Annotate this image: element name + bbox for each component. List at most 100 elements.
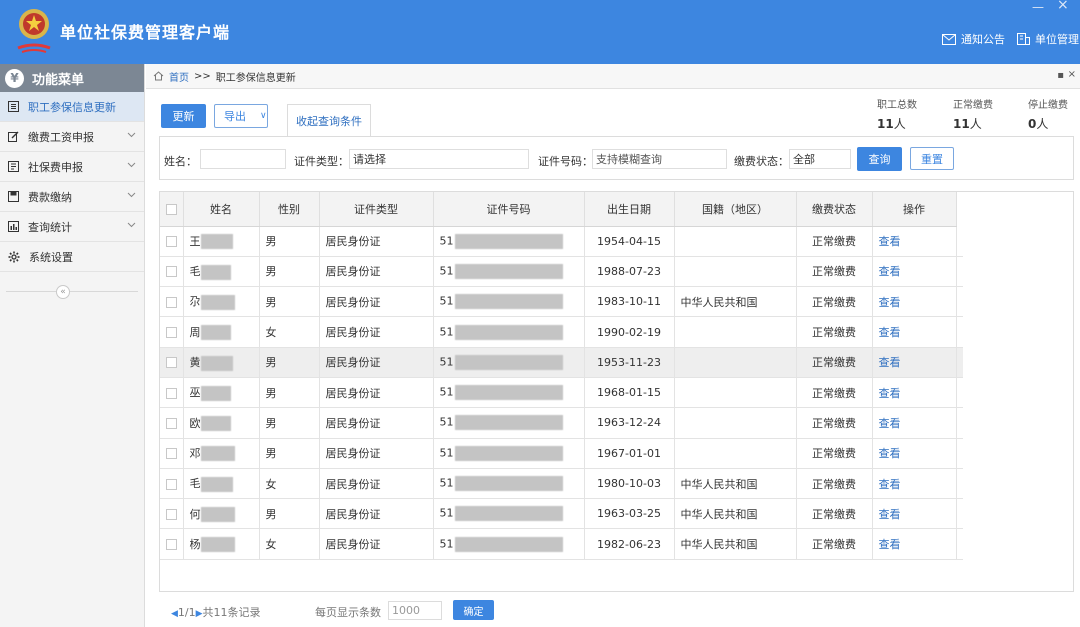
column-header-payment-status[interactable]: 缴费状态	[796, 192, 873, 227]
cell-gender: 男	[259, 498, 320, 530]
table-row[interactable]: 毛 女居民身份证 51 1980-10-03 中华人民共和国 正常缴费 查看	[160, 468, 963, 500]
cell-id-number: 51	[433, 407, 585, 439]
name-text: 毛	[189, 477, 201, 491]
name-text: 黄	[189, 356, 201, 370]
cell-name: 毛	[183, 468, 260, 500]
cell-name: 王	[183, 226, 260, 257]
table-row[interactable]: 周 女居民身份证 51 1990-02-19 正常缴费 查看	[160, 316, 963, 348]
chevron-down-icon	[127, 192, 136, 198]
column-header-id-number[interactable]: 证件号码	[433, 192, 585, 227]
view-link[interactable]: 查看	[879, 417, 901, 430]
update-button[interactable]: 更新	[161, 104, 206, 128]
row-checkbox[interactable]	[165, 357, 177, 369]
table-row[interactable]: 黄 男居民身份证 51 1953-11-23 正常缴费 查看	[160, 347, 963, 378]
id-number-input[interactable]: 支持模糊查询	[592, 149, 727, 169]
id-number-text: 51	[439, 325, 454, 339]
sidebar-collapse-button[interactable]: «	[56, 285, 70, 299]
title-bar: 单位社保费管理客户端 — × 通知公告 单位管理	[0, 0, 1080, 64]
cell-id-number: 51	[433, 286, 585, 318]
id-type-select[interactable]: 请选择	[349, 149, 529, 169]
table-row[interactable]: 欧 男居民身份证 51 1963-12-24 正常缴费 查看	[160, 407, 963, 439]
row-checkbox[interactable]	[165, 539, 177, 551]
view-link[interactable]: 查看	[879, 447, 901, 460]
row-checkbox[interactable]	[165, 508, 177, 520]
cell-birth-date: 1968-01-15	[584, 377, 675, 409]
cell-name: 邓	[183, 438, 260, 469]
cell-payment-status: 正常缴费	[796, 286, 873, 318]
table-row[interactable]: 杨 女居民身份证 51 1982-06-23 中华人民共和国 正常缴费 查看	[160, 528, 963, 560]
payment-status-select[interactable]: 全部	[789, 149, 851, 169]
row-select-cell	[160, 528, 184, 560]
prev-page-icon[interactable]: ◀	[171, 609, 178, 619]
row-checkbox[interactable]	[165, 236, 177, 248]
per-page-input[interactable]: 1000	[388, 601, 442, 620]
table-row[interactable]: 毛 男居民身份证 51 1988-07-23 正常缴费 查看	[160, 256, 963, 288]
view-link[interactable]: 查看	[879, 296, 901, 309]
row-select-cell	[160, 407, 184, 439]
query-button[interactable]: 查询	[857, 147, 902, 171]
row-checkbox[interactable]	[165, 296, 177, 308]
row-checkbox[interactable]	[165, 417, 177, 429]
name-input[interactable]	[200, 149, 286, 169]
cell-nationality	[674, 226, 797, 257]
cell-nationality	[674, 316, 797, 348]
name-text: 巫	[189, 386, 201, 400]
view-link[interactable]: 查看	[879, 508, 901, 521]
table-row[interactable]: 巫 男居民身份证 51 1968-01-15 正常缴费 查看	[160, 377, 963, 409]
breadcrumb-home-link[interactable]: 首页	[169, 69, 189, 84]
cell-name: 尕	[183, 286, 260, 318]
cell-payment-status: 正常缴费	[796, 407, 873, 439]
view-link[interactable]: 查看	[879, 326, 901, 339]
column-header-birth-date[interactable]: 出生日期	[584, 192, 675, 227]
close-window-button[interactable]: ×	[1057, 0, 1069, 13]
tab-menu-icon[interactable]: ▪	[1057, 70, 1064, 81]
stat-unit: 人	[969, 117, 982, 131]
view-link[interactable]: 查看	[879, 387, 901, 400]
column-header-id-type[interactable]: 证件类型	[319, 192, 434, 227]
sidebar-item-fee-payment[interactable]: 费款缴纳	[0, 182, 144, 212]
minimize-button[interactable]: —	[1032, 0, 1044, 14]
collapse-query-toggle[interactable]: 收起查询条件	[287, 104, 371, 137]
column-header-name[interactable]: 姓名	[183, 192, 260, 227]
table-row[interactable]: 何 男居民身份证 51 1963-03-25 中华人民共和国 正常缴费 查看	[160, 498, 963, 530]
sidebar-item-social-insurance-declaration[interactable]: 社保费申报	[0, 152, 144, 182]
row-select-cell	[160, 498, 184, 530]
cell-id-number: 51	[433, 347, 585, 378]
cell-action: 查看	[872, 286, 957, 318]
row-checkbox[interactable]	[165, 266, 177, 278]
confirm-button[interactable]: 确定	[453, 600, 494, 620]
table-row[interactable]: 邓 男居民身份证 51 1967-01-01 正常缴费 查看	[160, 438, 963, 469]
unit-management-link[interactable]: 单位管理	[1017, 31, 1079, 47]
column-header-nationality[interactable]: 国籍（地区）	[674, 192, 797, 227]
row-checkbox[interactable]	[165, 387, 177, 399]
notice-link[interactable]: 通知公告	[942, 31, 1005, 47]
export-button[interactable]: 导出 ∨	[214, 104, 268, 128]
cell-id-number: 51	[433, 498, 585, 530]
cell-action: 查看	[872, 316, 957, 348]
sidebar-item-wage-declaration[interactable]: 缴费工资申报	[0, 122, 144, 152]
select-all-checkbox[interactable]	[165, 203, 177, 215]
row-checkbox[interactable]	[165, 478, 177, 490]
table-row[interactable]: 王 男居民身份证 51 1954-04-15 正常缴费 查看	[160, 226, 963, 257]
column-header-gender[interactable]: 性别	[259, 192, 320, 227]
sidebar-item-employee-info-update[interactable]: 职工参保信息更新	[0, 92, 144, 122]
id-number-text: 51	[439, 537, 454, 551]
employee-data-table: 姓名 性别 证件类型 证件号码 出生日期 国籍（地区） 缴费状态 操作 王男居民…	[160, 192, 963, 560]
gear-icon	[8, 251, 20, 262]
table-row[interactable]: 尕 男居民身份证 51 1983-10-11 中华人民共和国 正常缴费 查看	[160, 286, 963, 318]
cell-nationality	[674, 256, 797, 288]
reset-button[interactable]: 重置	[910, 147, 954, 170]
cell-birth-date: 1990-02-19	[584, 316, 675, 348]
close-tab-icon[interactable]: ×	[1068, 69, 1076, 80]
next-page-icon[interactable]: ▶	[196, 609, 203, 619]
row-checkbox[interactable]	[165, 448, 177, 460]
sidebar-item-system-settings[interactable]: 系统设置	[0, 242, 144, 272]
select-all-cell	[160, 192, 184, 227]
view-link[interactable]: 查看	[879, 265, 901, 278]
row-checkbox[interactable]	[165, 327, 177, 339]
view-link[interactable]: 查看	[879, 356, 901, 369]
view-link[interactable]: 查看	[879, 235, 901, 248]
view-link[interactable]: 查看	[879, 538, 901, 551]
sidebar-item-query-statistics[interactable]: 查询统计	[0, 212, 144, 242]
view-link[interactable]: 查看	[879, 478, 901, 491]
